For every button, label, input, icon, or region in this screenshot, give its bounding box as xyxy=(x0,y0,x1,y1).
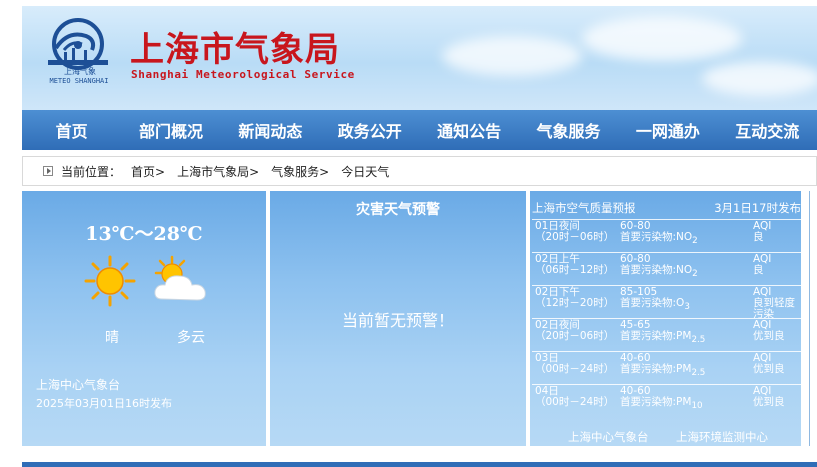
banner-cloud xyxy=(582,16,742,61)
air-quality-row: 04日 （00时－24时） 40-60 首要污染物:PM10 AQI 优到良 xyxy=(532,384,801,417)
aq-pollutant: PM xyxy=(676,330,692,342)
aq-pollutant-sub: 3 xyxy=(684,302,690,313)
site-title[interactable]: 上海市气象局 xyxy=(130,22,340,71)
air-quality-publish-time: 3月1日17时发布 xyxy=(714,201,801,215)
aq-pollutant-label: 首要污染物: xyxy=(620,396,677,408)
aq-aqi-level: 良 xyxy=(753,231,764,243)
nav-item-weather-service[interactable]: 气象服务 xyxy=(519,118,618,142)
air-quality-row: 02日夜间 （20时－06时） 45-65 首要污染物:PM2.5 AQI 优到良 xyxy=(532,318,801,351)
aq-pollutant: NO xyxy=(676,231,693,243)
aq-pollutant: PM xyxy=(676,396,692,408)
banner-cloud xyxy=(442,36,582,76)
aq-time: （00时－24时） xyxy=(535,396,615,408)
temperature-range: 13℃～28℃ xyxy=(85,223,203,245)
nav-item-about[interactable]: 部门概况 xyxy=(121,118,220,142)
air-quality-row: 03日 （00时－24时） 40-60 首要污染物:PM2.5 AQI 优到良 xyxy=(532,351,801,384)
air-quality-row: 02日上午 （06时－12时） 60-80 首要污染物:NO2 AQI 良 xyxy=(532,252,801,285)
aq-pollutant-label: 首要污染物: xyxy=(620,264,677,276)
sun-icon xyxy=(84,255,136,307)
aq-pollutant-sub: 2.5 xyxy=(691,335,706,346)
nav-item-interaction[interactable]: 互动交流 xyxy=(718,118,817,142)
aq-pollutant: NO xyxy=(676,264,693,276)
bottom-bar xyxy=(22,462,817,467)
air-quality-row: 02日下午 （12时－20时） 85-105 首要污染物:O3 AQI 良到轻度污染 xyxy=(532,285,801,320)
aq-pollutant-label: 首要污染物: xyxy=(620,297,677,309)
banner-cloud xyxy=(702,61,817,96)
logo-text-cn: 上海气象 xyxy=(64,67,96,76)
warning-panel: 灾害天气预警 当前暂无预警！ xyxy=(270,191,526,446)
day-condition: 晴 xyxy=(105,330,119,346)
weather-station: 上海中心气象台 xyxy=(36,378,121,392)
play-icon xyxy=(43,166,53,176)
header-banner: 上海气象 METEO SHANGHAI 上海市气象局 Shanghai Mete… xyxy=(22,6,817,110)
aq-time: （00时－24时） xyxy=(535,363,615,375)
breadcrumb-bureau[interactable]: 上海市气象局> xyxy=(177,163,259,180)
aq-pollutant-sub: 2.5 xyxy=(691,368,706,379)
aq-time: （20时－06时） xyxy=(535,231,615,243)
breadcrumb-label: 当前位置： xyxy=(61,164,122,179)
nav-item-notices[interactable]: 通知公告 xyxy=(420,118,519,142)
aq-time: （12时－20时） xyxy=(535,297,615,309)
right-edge-divider xyxy=(809,191,817,446)
aq-time: （06时－12时） xyxy=(535,264,615,276)
aq-aqi-level: 良到轻度污染 xyxy=(753,297,795,320)
breadcrumb: 当前位置： 首页> 上海市气象局> 气象服务> 今日天气 xyxy=(22,156,817,186)
air-quality-title[interactable]: 上海市空气质量预报 xyxy=(532,200,636,216)
nav-item-news[interactable]: 新闻动态 xyxy=(221,118,320,142)
aq-pollutant-label: 首要污染物: xyxy=(620,330,677,342)
nav-item-gov-info[interactable]: 政务公开 xyxy=(320,118,419,142)
logo[interactable]: 上海气象 METEO SHANGHAI xyxy=(38,14,118,92)
aq-pollutant-sub: 2 xyxy=(692,269,698,280)
aq-aqi-level: 优到良 xyxy=(753,330,785,342)
aq-pollutant-label: 首要污染物: xyxy=(620,363,677,375)
weather-publish-time: 2025年03月01日16时发布 xyxy=(36,397,172,410)
aq-time: （20时－06时） xyxy=(535,330,615,342)
breadcrumb-today-weather[interactable]: 今日天气 xyxy=(341,163,389,180)
aq-pollutant-label: 首要污染物: xyxy=(620,231,677,243)
nav-item-home[interactable]: 首页 xyxy=(22,118,121,142)
main-nav: 首页 部门概况 新闻动态 政务公开 通知公告 气象服务 一网通办 互动交流 xyxy=(22,110,817,150)
site-subtitle: Shanghai Meteorological Service xyxy=(131,68,355,81)
aq-source-environment: 上海环境监测中心 xyxy=(676,430,768,444)
aq-aqi-level: 良 xyxy=(753,264,764,276)
weather-panel: 13℃～28℃ 晴 多云 上海中心气象台 2025年03月01日16时发布 xyxy=(22,191,266,446)
aq-pollutant: PM xyxy=(676,363,692,375)
aq-pollutant-sub: 2 xyxy=(692,236,698,247)
breadcrumb-home[interactable]: 首页> xyxy=(131,163,165,180)
aq-aqi-level: 优到良 xyxy=(753,363,785,375)
air-quality-panel: 上海市空气质量预报 3月1日17时发布 01日夜间 （20时－06时） 60-80… xyxy=(530,191,801,446)
breadcrumb-weather-service[interactable]: 气象服务> xyxy=(271,163,329,180)
warning-title[interactable]: 灾害天气预警 xyxy=(270,199,526,219)
air-quality-row: 01日夜间 （20时－06时） 60-80 首要污染物:NO2 AQI 良 xyxy=(532,219,801,252)
aq-pollutant-sub: 10 xyxy=(691,401,703,412)
aq-aqi-level: 优到良 xyxy=(753,396,785,408)
night-condition: 多云 xyxy=(177,330,205,346)
warning-message: 当前暂无预警！ xyxy=(341,311,454,330)
partly-cloudy-icon xyxy=(154,255,206,301)
nav-item-online-service[interactable]: 一网通办 xyxy=(618,118,717,142)
aq-source-weather: 上海中心气象台 xyxy=(568,430,649,444)
logo-text-en: METEO SHANGHAI xyxy=(49,77,109,85)
